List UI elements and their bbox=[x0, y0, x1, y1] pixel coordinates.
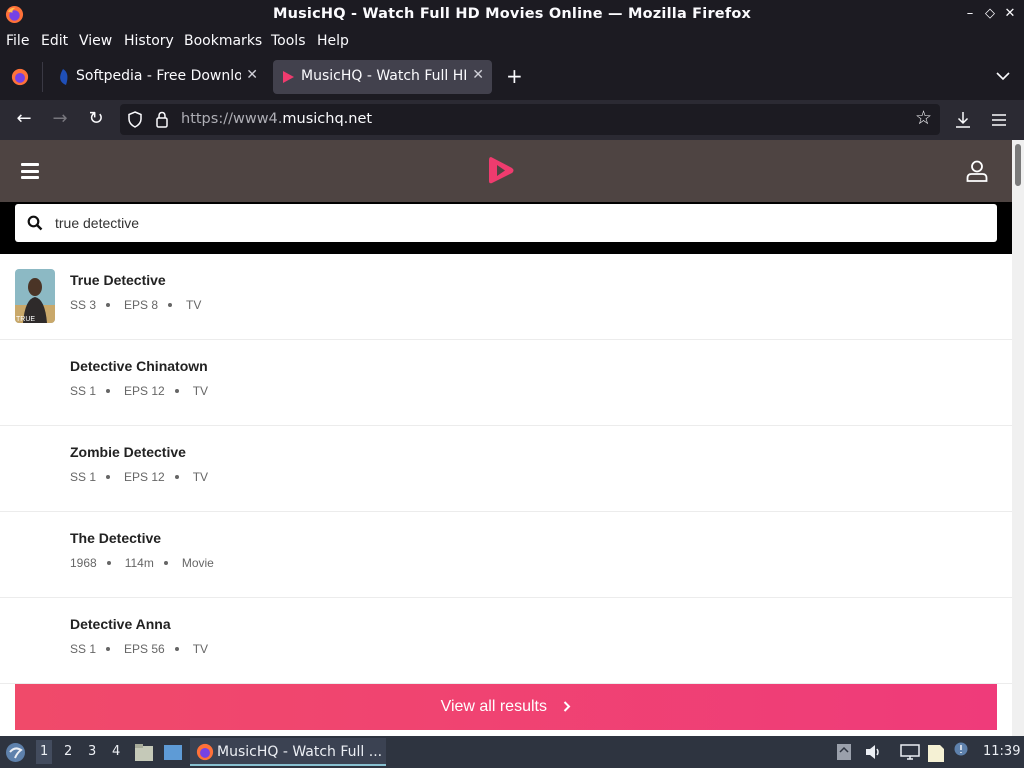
reload-icon[interactable]: ↻ bbox=[84, 108, 108, 132]
tab-label: Softpedia - Free Downloa bbox=[76, 68, 241, 84]
result-item-detective-anna[interactable]: Detective Anna SS 1 EPS 56 TV bbox=[0, 598, 1012, 684]
system-taskbar: 1 2 3 4 MusicHQ - Watch Full ... 11:39 bbox=[0, 736, 1024, 768]
result-item-detective-chinatown[interactable]: Detective Chinatown SS 1 EPS 12 TV bbox=[0, 340, 1012, 426]
close-tab-icon[interactable]: ✕ bbox=[472, 67, 484, 83]
svg-text:TRUE: TRUE bbox=[16, 316, 35, 323]
menu-file[interactable]: File bbox=[6, 33, 29, 49]
url-text: https://www4.musichq.net bbox=[181, 111, 373, 127]
chevron-right-icon bbox=[564, 701, 571, 712]
menu-history[interactable]: History bbox=[124, 33, 174, 49]
task-label: MusicHQ - Watch Full ... bbox=[217, 744, 383, 760]
close-window-icon[interactable]: ✕ bbox=[1001, 6, 1019, 21]
tab-softpedia[interactable]: Softpedia - Free Downloa ✕ bbox=[48, 60, 266, 94]
site-menu-icon[interactable] bbox=[21, 163, 39, 179]
network-icon[interactable] bbox=[900, 744, 920, 760]
user-account-icon[interactable] bbox=[966, 160, 988, 182]
softpedia-favicon-icon bbox=[60, 69, 68, 85]
search-box[interactable] bbox=[15, 204, 997, 242]
minimize-icon[interactable]: – bbox=[961, 6, 979, 21]
notes-tray-icon[interactable] bbox=[927, 742, 945, 763]
site-header bbox=[0, 140, 1012, 202]
bookmark-star-icon[interactable]: ☆ bbox=[915, 107, 932, 129]
workspace-3[interactable]: 3 bbox=[88, 744, 96, 759]
tab-label: MusicHQ - Watch Full HD bbox=[301, 68, 466, 84]
result-item-zombie-detective[interactable]: Zombie Detective SS 1 EPS 12 TV bbox=[0, 426, 1012, 512]
download-icon[interactable] bbox=[955, 111, 971, 129]
show-desktop-icon[interactable] bbox=[163, 744, 183, 761]
workspace-4[interactable]: 4 bbox=[112, 744, 120, 759]
result-meta: SS 1 EPS 12 TV bbox=[70, 384, 209, 398]
view-all-label: View all results bbox=[440, 698, 547, 715]
result-title[interactable]: True Detective bbox=[70, 272, 166, 288]
forward-arrow-icon[interactable]: → bbox=[48, 108, 72, 132]
app-launcher-icon[interactable] bbox=[5, 742, 26, 763]
tab-bar: Softpedia - Free Downloa ✕ MusicHQ - Wat… bbox=[0, 54, 1024, 100]
scrollbar-thumb[interactable] bbox=[1015, 144, 1021, 186]
window-title: MusicHQ - Watch Full HD Movies Online — … bbox=[272, 6, 752, 22]
shield-icon[interactable] bbox=[127, 111, 143, 128]
menu-tools[interactable]: Tools bbox=[271, 33, 306, 49]
result-title[interactable]: The Detective bbox=[70, 530, 161, 546]
result-meta: SS 3 EPS 8 TV bbox=[70, 298, 202, 312]
workspace-2[interactable]: 2 bbox=[64, 744, 72, 759]
firefox-view-icon[interactable] bbox=[11, 68, 29, 86]
firefox-task-icon bbox=[196, 743, 214, 761]
search-results-list: TRUE True Detective SS 3 EPS 8 TV Detectiv… bbox=[0, 254, 1012, 684]
page-scrollbar[interactable] bbox=[1012, 140, 1024, 736]
result-title[interactable]: Detective Chinatown bbox=[70, 358, 208, 374]
clock: 11:39 bbox=[983, 744, 1021, 759]
search-bar-container bbox=[0, 202, 1012, 254]
poster-image-icon: TRUE bbox=[15, 269, 55, 323]
result-title[interactable]: Detective Anna bbox=[70, 616, 171, 632]
clipboard-tray-icon[interactable] bbox=[836, 743, 852, 761]
window-titlebar: MusicHQ - Watch Full HD Movies Online — … bbox=[0, 0, 1024, 30]
musichq-logo-icon[interactable] bbox=[488, 155, 515, 186]
close-tab-icon[interactable]: ✕ bbox=[246, 67, 258, 83]
menu-view[interactable]: View bbox=[79, 33, 112, 49]
web-page: TRUE True Detective SS 3EPS 8TV Detectiv… bbox=[0, 140, 1012, 736]
result-title[interactable]: Zombie Detective bbox=[70, 444, 186, 460]
navigation-toolbar: ← → ↻ https://www4.musichq.net ☆ bbox=[0, 100, 1024, 140]
maximize-icon[interactable]: ◇ bbox=[981, 6, 999, 21]
view-all-results-button[interactable]: View all results bbox=[15, 684, 997, 730]
workspace-1[interactable]: 1 bbox=[36, 740, 53, 764]
file-manager-icon[interactable] bbox=[134, 743, 154, 762]
tab-divider bbox=[42, 62, 43, 92]
result-meta: 1968 114m Movie bbox=[70, 556, 214, 570]
hamburger-menu-icon[interactable] bbox=[991, 113, 1007, 127]
search-icon bbox=[27, 215, 43, 231]
poster-thumbnail[interactable]: TRUE bbox=[15, 269, 55, 323]
menu-edit[interactable]: Edit bbox=[41, 33, 68, 49]
url-bar[interactable]: https://www4.musichq.net ☆ bbox=[120, 104, 940, 135]
new-tab-icon[interactable]: + bbox=[506, 64, 523, 88]
musichq-favicon-icon bbox=[283, 71, 294, 83]
menu-bookmarks[interactable]: Bookmarks bbox=[184, 33, 262, 49]
result-meta: SS 1 EPS 56 TV bbox=[70, 642, 209, 656]
taskbar-firefox-task[interactable]: MusicHQ - Watch Full ... bbox=[190, 738, 386, 766]
menu-bar: File Edit View History Bookmarks Tools H… bbox=[0, 30, 1024, 54]
search-input[interactable] bbox=[55, 212, 955, 234]
volume-icon[interactable] bbox=[864, 744, 882, 760]
result-item-true-detective[interactable]: TRUE True Detective SS 3 EPS 8 TV bbox=[0, 254, 1012, 340]
result-meta: SS 1 EPS 12 TV bbox=[70, 470, 209, 484]
chevron-down-icon[interactable] bbox=[996, 71, 1010, 81]
result-item-the-detective[interactable]: The Detective 1968 114m Movie bbox=[0, 512, 1012, 598]
back-arrow-icon[interactable]: ← bbox=[12, 108, 36, 132]
menu-help[interactable]: Help bbox=[317, 33, 349, 49]
update-notification-icon[interactable] bbox=[954, 742, 968, 756]
lock-icon[interactable] bbox=[155, 111, 169, 128]
tab-musichq[interactable]: MusicHQ - Watch Full HD ✕ bbox=[273, 60, 492, 94]
